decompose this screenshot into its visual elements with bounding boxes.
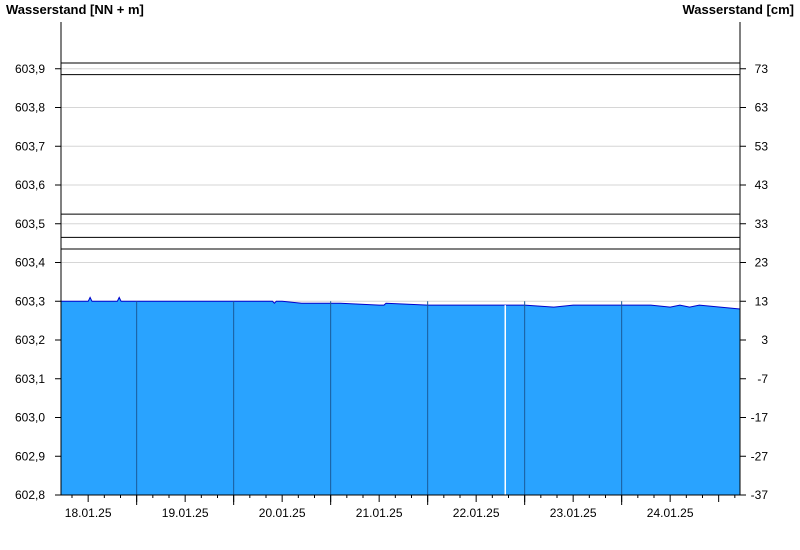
y-right-tick-label: 63	[755, 101, 769, 115]
x-tick-label: 22.01.25	[453, 506, 500, 520]
y-left-tick-label: 603,2	[15, 333, 45, 347]
y-left-tick-label: 603,0	[15, 411, 45, 425]
x-tick-label: 20.01.25	[259, 506, 306, 520]
x-tick-label: 19.01.25	[162, 506, 209, 520]
x-axis-ticks: 18.01.25 19.01.25 20.01.25 21.01.25 22.01.25…	[65, 495, 736, 520]
y-axis-left-ticks: 602,8 602,9 603,0 603,1 603,2 603,3 603,4 603,5…	[15, 62, 61, 502]
y-left-tick-label: 603,5	[15, 217, 45, 231]
y-left-tick-label: 602,8	[15, 488, 45, 502]
y-right-tick-label: -17	[751, 411, 769, 425]
y-left-tick-label: 603,6	[15, 178, 45, 192]
y-axis-right-ticks: -37 -27 -17 -7 3 13 23 33 43 53 63 73	[740, 62, 768, 502]
y-left-tick-label: 603,1	[15, 372, 45, 386]
x-tick-label: 24.01.25	[647, 506, 694, 520]
y-right-tick-label: 33	[755, 217, 769, 231]
y-axis-left-title: Wasserstand [NN + m]	[6, 2, 144, 17]
y-left-tick-label: 602,9	[15, 449, 45, 463]
y-right-tick-label: 3	[761, 333, 768, 347]
y-left-tick-label: 603,7	[15, 139, 45, 153]
water-level-area	[61, 296, 741, 495]
y-right-tick-label: 73	[755, 62, 769, 76]
y-left-tick-label: 603,9	[15, 62, 45, 76]
water-level-chart: Wasserstand [NN + m] Wasserstand [cm] 60…	[6, 2, 795, 520]
y-left-tick-label: 603,3	[15, 294, 45, 308]
y-right-tick-label: -27	[751, 449, 769, 463]
y-right-tick-label: 23	[755, 256, 769, 270]
reference-lines	[61, 62, 740, 250]
y-right-tick-label: -7	[757, 372, 768, 386]
y-right-tick-label: 53	[755, 139, 769, 153]
y-left-tick-label: 603,4	[15, 256, 45, 270]
x-tick-label: 18.01.25	[65, 506, 112, 520]
y-left-tick-label: 603,8	[15, 101, 45, 115]
y-axis-right-title: Wasserstand [cm]	[683, 2, 795, 17]
y-right-tick-label: -37	[751, 488, 769, 502]
x-tick-label: 23.01.25	[550, 506, 597, 520]
x-tick-label: 21.01.25	[356, 506, 403, 520]
y-right-tick-label: 13	[755, 294, 769, 308]
y-right-tick-label: 43	[755, 178, 769, 192]
water-level-fill	[61, 297, 740, 495]
